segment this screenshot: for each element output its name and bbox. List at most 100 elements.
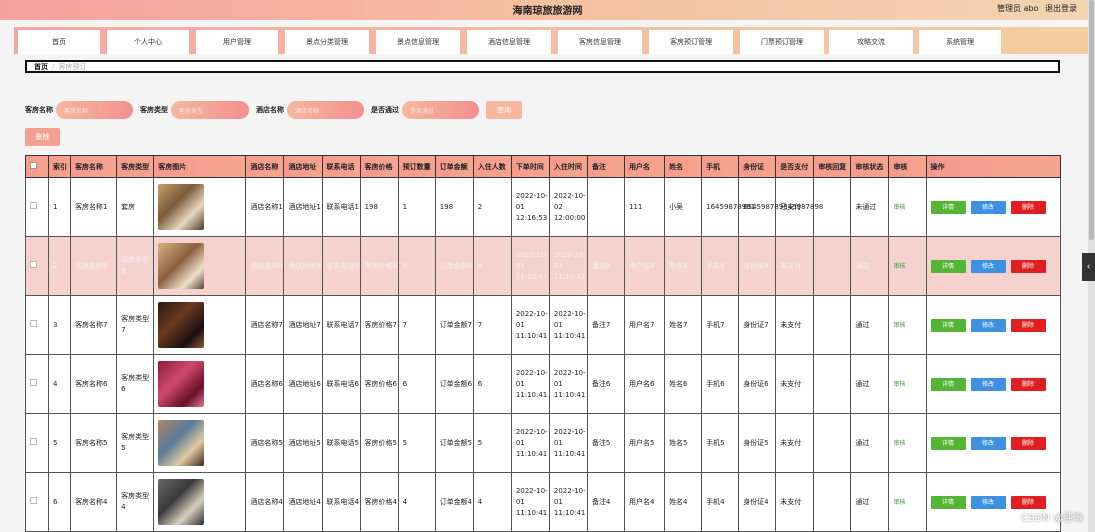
audit-link[interactable]: 审核 xyxy=(893,263,905,270)
audit-link[interactable]: 审核 xyxy=(893,322,905,329)
row-checkbox[interactable] xyxy=(30,319,37,327)
detail-button[interactable]: 详情 xyxy=(930,318,966,332)
select-all-checkbox[interactable] xyxy=(30,162,37,169)
watermark: CSDN @佳瑜 xyxy=(1021,513,1083,524)
scrollbar-thumb[interactable] xyxy=(1089,0,1094,240)
room-name-input[interactable]: 客房名称 xyxy=(56,101,133,119)
cell-hotel: 酒店名称6 xyxy=(245,354,285,414)
cell-price: 客房价格5 xyxy=(359,413,399,473)
actions-cell: 详情 修改 删除 xyxy=(925,236,1061,296)
main-nav: 首页 个人中心 用户管理 景点分类管理 景点信息管理 酒店信息管理 客房信息管理… xyxy=(14,27,1090,54)
audit-link[interactable]: 审核 xyxy=(893,440,905,447)
edit-button[interactable]: 修改 xyxy=(970,436,1006,450)
cell-amount: 订单金额8 xyxy=(434,236,474,296)
delete-button[interactable]: 删除 xyxy=(1010,436,1046,450)
cell-type: 套房 xyxy=(116,177,155,237)
col-header: 预订数量 xyxy=(397,155,436,178)
delete-button[interactable]: 删除 xyxy=(1010,495,1046,509)
cell-qty: 6 xyxy=(397,354,436,414)
nav-system-management[interactable]: 系统管理 xyxy=(919,30,1001,54)
row-select-cell[interactable] xyxy=(24,354,50,414)
delete-button[interactable]: 删除 xyxy=(1010,200,1046,214)
search-button[interactable]: 查询 xyxy=(486,101,522,119)
row-checkbox[interactable] xyxy=(30,496,37,504)
room-type-input[interactable]: 客房类型 xyxy=(171,101,249,119)
cell-price: 客房价格4 xyxy=(359,472,399,532)
edit-button[interactable]: 修改 xyxy=(970,318,1006,332)
admin-label: 管理员 abo xyxy=(997,4,1039,13)
delete-button[interactable]: 删除 xyxy=(1010,259,1046,273)
row-select-cell[interactable] xyxy=(24,177,50,237)
nav-room-info[interactable]: 客房信息管理 xyxy=(558,30,642,54)
nav-personal-center[interactable]: 个人中心 xyxy=(107,30,189,54)
col-header: 客房类型 xyxy=(116,155,155,178)
edit-button[interactable]: 修改 xyxy=(970,377,1006,391)
edit-button[interactable]: 修改 xyxy=(970,259,1006,273)
nav-home[interactable]: 首页 xyxy=(18,30,100,54)
passed-input[interactable]: 是否通过 xyxy=(402,101,479,119)
cell-checkin: 2022-10-01 11:10:41 xyxy=(548,354,588,414)
side-collapse-tab[interactable]: ‹ xyxy=(1082,253,1095,281)
edit-button[interactable]: 修改 xyxy=(970,495,1006,509)
row-checkbox[interactable] xyxy=(30,201,37,209)
detail-button[interactable]: 详情 xyxy=(930,259,966,273)
table-row: 6 客房名称4 客房类型4 酒店名称4 酒店地址4 联系电话4 客房价格4 4 订单金额4 4 20… xyxy=(24,472,1061,532)
breadcrumb-home[interactable]: 首页 xyxy=(34,62,48,72)
delete-button[interactable]: 删除 xyxy=(1010,318,1046,332)
cell-checkin: 2022-10-02 12:00:00 xyxy=(548,177,588,237)
row-select-cell[interactable] xyxy=(24,236,50,296)
cell-reply xyxy=(813,413,852,473)
cell-guests: 6 xyxy=(472,354,512,414)
room-thumbnail xyxy=(158,302,205,348)
audit-cell: 审核 xyxy=(888,472,927,532)
cell-checkin: 2022-10-01 11:10:41 xyxy=(548,413,588,473)
nav-room-booking[interactable]: 客房预订管理 xyxy=(649,30,733,54)
nav-scenic-category[interactable]: 景点分类管理 xyxy=(285,30,369,54)
row-select-cell[interactable] xyxy=(24,295,50,355)
edit-button[interactable]: 修改 xyxy=(970,200,1006,214)
col-header: 用户名 xyxy=(623,155,666,178)
nav-hotel-info[interactable]: 酒店信息管理 xyxy=(467,30,551,54)
cell-user: 用户名8 xyxy=(623,236,666,296)
nav-scenic-info[interactable]: 景点信息管理 xyxy=(376,30,460,54)
select-all-cell[interactable] xyxy=(24,155,50,178)
cell-reply xyxy=(813,472,852,532)
logout-link[interactable]: 退出登录 xyxy=(1045,4,1077,13)
cell-guests: 8 xyxy=(472,236,512,296)
cell-price: 客房价格7 xyxy=(359,295,399,355)
audit-link[interactable]: 审核 xyxy=(893,204,905,211)
room-image-cell xyxy=(153,236,247,296)
col-header: 索引 xyxy=(48,155,72,178)
cell-paid: 未支付 xyxy=(775,236,815,296)
row-checkbox[interactable] xyxy=(30,260,37,268)
cell-note xyxy=(586,177,626,237)
cell-note: 备注5 xyxy=(586,413,626,473)
nav-user-management[interactable]: 用户管理 xyxy=(196,30,278,54)
cell-hotel: 酒店名称7 xyxy=(245,295,285,355)
room-image-cell xyxy=(153,295,247,355)
row-checkbox[interactable] xyxy=(30,437,37,445)
row-checkbox[interactable] xyxy=(30,378,37,386)
cell-name: 姓名7 xyxy=(664,295,703,355)
detail-button[interactable]: 详情 xyxy=(930,495,966,509)
detail-button[interactable]: 详情 xyxy=(930,436,966,450)
nav-ticket-booking[interactable]: 门票预订管理 xyxy=(740,30,824,54)
row-select-cell[interactable] xyxy=(24,472,50,532)
breadcrumb-separator: / xyxy=(52,62,55,71)
audit-link[interactable]: 审核 xyxy=(893,499,905,506)
cell-user: 用户名7 xyxy=(623,295,666,355)
cell-room: 客房名称4 xyxy=(70,472,118,532)
cell-mobile: 手机6 xyxy=(701,354,740,414)
hotel-name-input[interactable]: 酒店名称 xyxy=(287,101,364,119)
booking-table: 索引 客房名称 客房类型 客房图片 酒店名称 酒店地址 联系电话 客房价格 预订… xyxy=(24,155,1061,532)
audit-link[interactable]: 审核 xyxy=(893,381,905,388)
cell-type: 客房类型5 xyxy=(116,413,155,473)
nav-travel-guides[interactable]: 攻略交流 xyxy=(829,30,913,54)
detail-button[interactable]: 详情 xyxy=(930,200,966,214)
cell-user: 用户名6 xyxy=(623,354,666,414)
cell-addr: 酒店地址5 xyxy=(283,413,323,473)
detail-button[interactable]: 详情 xyxy=(930,377,966,391)
batch-delete-button[interactable]: 删除 xyxy=(25,128,60,146)
row-select-cell[interactable] xyxy=(24,413,50,473)
delete-button[interactable]: 删除 xyxy=(1010,377,1046,391)
